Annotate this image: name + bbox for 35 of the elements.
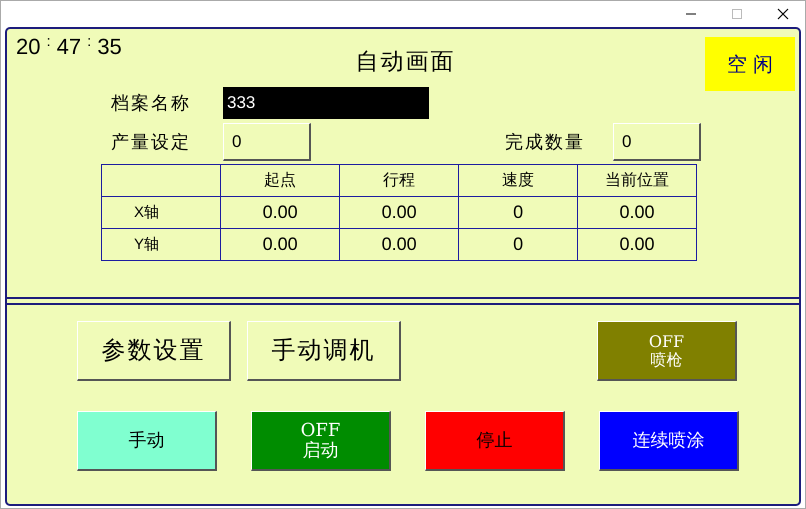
menu-button[interactable]: 参数设置	[77, 321, 231, 381]
screen-title: 自动画面	[356, 48, 456, 77]
clock-digits: 47	[56, 34, 82, 60]
table-cell: X轴	[102, 196, 221, 228]
table-cell: Y轴	[102, 228, 221, 260]
menu-button[interactable]: 手动调机	[247, 321, 401, 381]
column-header: 速度	[458, 164, 578, 196]
field-label: 产量设定	[111, 131, 192, 154]
column-header: 当前位置	[577, 164, 696, 196]
column-header: 起点	[220, 164, 340, 196]
table-cell: 0.00	[220, 196, 340, 228]
table-cell: 0.00	[220, 228, 340, 260]
clock-digits: 20	[16, 34, 40, 60]
close-icon[interactable]	[777, 8, 789, 20]
table-cell: 0.00	[340, 228, 459, 260]
table-cell: 0.00	[577, 228, 696, 260]
table-cell: 0.00	[340, 196, 459, 228]
action-button[interactable]: 连续喷涂	[599, 411, 739, 471]
column-header: 行程	[340, 164, 459, 196]
status-indicator: 空 闲	[705, 37, 795, 91]
clock-separator: :	[87, 34, 92, 52]
toggle-button[interactable]: OFF 喷枪	[597, 321, 737, 381]
production-input[interactable]: 0	[223, 123, 311, 161]
action-button[interactable]: 手动	[77, 411, 217, 471]
file-name-field[interactable]: 333	[223, 87, 429, 119]
clock-separator: :	[46, 34, 51, 52]
table-cell: 0	[458, 196, 578, 228]
clock-digits: 35	[97, 34, 122, 60]
action-button[interactable]: 停止	[425, 411, 565, 471]
table-cell: 0.00	[577, 196, 696, 228]
table-cell: 0	[458, 228, 578, 260]
toggle-button[interactable]: OFF 启动	[251, 411, 391, 471]
field-label: 完成数量	[505, 131, 586, 154]
completed-count-field: 0	[613, 123, 701, 161]
field-label: 档案名称	[111, 92, 192, 115]
